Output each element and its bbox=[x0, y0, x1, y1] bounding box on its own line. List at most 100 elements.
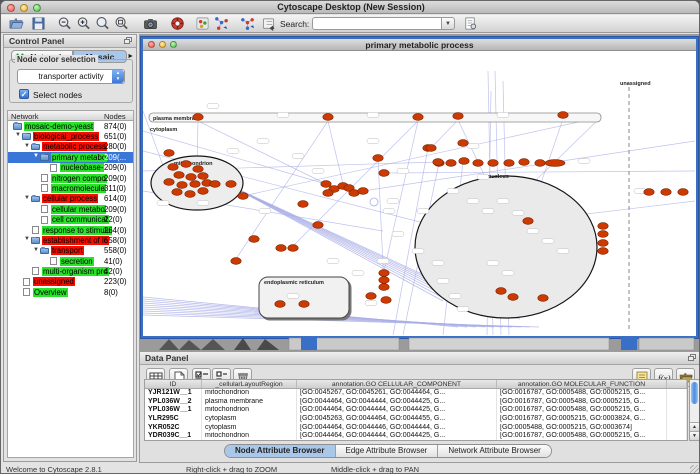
resize-grip[interactable] bbox=[690, 465, 700, 474]
tree-row[interactable]: ▼cellular process614(0) bbox=[8, 194, 133, 204]
network-node[interactable] bbox=[523, 218, 533, 225]
network-node[interactable] bbox=[379, 270, 389, 277]
manage-plugins-button[interactable] bbox=[260, 16, 277, 32]
network-node[interactable] bbox=[358, 188, 368, 195]
network-node[interactable] bbox=[288, 245, 298, 252]
zoom-out-button[interactable] bbox=[56, 16, 73, 32]
tree-row[interactable]: Overview8(0) bbox=[8, 287, 133, 297]
network-node[interactable] bbox=[323, 114, 333, 121]
network-node[interactable] bbox=[453, 113, 463, 120]
scroll-down-arrow[interactable]: ▼ bbox=[690, 431, 699, 440]
layout-network-2-button[interactable] bbox=[239, 16, 256, 32]
network-node[interactable] bbox=[323, 190, 333, 197]
column-header[interactable]: ID bbox=[145, 380, 202, 388]
network-node[interactable] bbox=[193, 114, 203, 121]
network-node[interactable] bbox=[644, 189, 654, 196]
network-node[interactable] bbox=[231, 258, 241, 265]
network-node[interactable] bbox=[598, 223, 608, 230]
attribute-table-body[interactable]: YJR121W__1mitochondrion[GO:0045267, GO:0… bbox=[145, 389, 687, 441]
zoom-selected-region-button[interactable] bbox=[94, 16, 111, 32]
tab-node-attribute-browser[interactable]: Node Attribute Browser bbox=[225, 445, 336, 457]
float-panel-icon[interactable] bbox=[688, 354, 697, 362]
search-combo-arrow[interactable]: ▼ bbox=[442, 17, 455, 30]
disclosure-triangle-icon[interactable]: ▼ bbox=[24, 143, 30, 149]
disclosure-triangle-icon[interactable]: ▼ bbox=[33, 153, 39, 159]
network-node[interactable] bbox=[164, 150, 174, 157]
network-node[interactable] bbox=[661, 189, 671, 196]
network-node[interactable] bbox=[504, 160, 514, 167]
table-row[interactable]: YLR295Ccytoplasm[GO:0045263, GO:0044464,… bbox=[145, 415, 687, 424]
network-node[interactable] bbox=[198, 173, 208, 180]
network-node[interactable] bbox=[177, 182, 187, 189]
search-options-button[interactable] bbox=[462, 16, 479, 32]
search-input[interactable] bbox=[312, 17, 442, 30]
title-bar[interactable]: Cytoscape Desktop (New Session) bbox=[1, 1, 700, 14]
network-node[interactable] bbox=[190, 181, 200, 188]
network-node[interactable] bbox=[458, 140, 468, 147]
tree-row[interactable]: nitrogen compo209(0) bbox=[8, 173, 133, 183]
network-node[interactable] bbox=[379, 170, 389, 177]
network-window-titlebar[interactable]: primary metabolic process bbox=[143, 39, 696, 51]
network-node[interactable] bbox=[164, 179, 174, 186]
network-node[interactable] bbox=[174, 172, 184, 179]
help-lifesaver-button[interactable] bbox=[169, 16, 186, 32]
layout-network-1-button[interactable] bbox=[213, 16, 230, 32]
network-node[interactable] bbox=[426, 145, 436, 152]
network-node[interactable] bbox=[459, 158, 469, 165]
network-node[interactable] bbox=[488, 160, 498, 167]
tree-row[interactable]: ▼primary metabo209(... bbox=[8, 152, 133, 162]
network-node[interactable] bbox=[413, 114, 423, 121]
table-row[interactable]: YKR052Ccytoplasm[GO:0044464, GO:0044446,… bbox=[145, 424, 687, 433]
tree-row[interactable]: cellular metabo209(0) bbox=[8, 204, 133, 214]
tree-row[interactable]: nucleobase-209(0) bbox=[8, 163, 133, 173]
snapshot-camera-button[interactable] bbox=[142, 16, 159, 32]
network-node[interactable] bbox=[366, 293, 376, 300]
disclosure-triangle-icon[interactable]: ▼ bbox=[15, 132, 21, 138]
network-node[interactable] bbox=[433, 159, 443, 166]
column-header[interactable]: annotation.GO CELLULAR_COMPONENT bbox=[297, 380, 497, 388]
column-header[interactable]: annotation.GO MOLECULAR_FUNCTION bbox=[497, 380, 667, 388]
network-view-window[interactable]: primary metabolic process plasma membran… bbox=[141, 37, 698, 338]
table-scrollbar[interactable]: ▲ ▼ bbox=[689, 379, 700, 441]
node-color-dropdown[interactable]: transporter activity ▲▼ bbox=[17, 69, 125, 84]
network-node[interactable] bbox=[321, 181, 331, 188]
column-header[interactable] bbox=[667, 380, 687, 388]
network-node[interactable] bbox=[538, 295, 548, 302]
network-node[interactable] bbox=[678, 189, 688, 196]
control-panel-header[interactable]: Control Panel bbox=[4, 35, 136, 48]
vizmapper-button[interactable] bbox=[194, 16, 211, 32]
network-tree[interactable]: mosaic-demo-yeast874(0)▼biological_proce… bbox=[7, 121, 134, 458]
network-node[interactable] bbox=[186, 174, 196, 181]
network-node[interactable] bbox=[193, 166, 203, 173]
tree-row[interactable]: ▼biological_process651(0) bbox=[8, 131, 133, 141]
network-node[interactable] bbox=[496, 288, 506, 295]
network-node[interactable] bbox=[185, 191, 195, 198]
network-node[interactable] bbox=[238, 193, 248, 200]
tree-row[interactable]: macromolecule311(0) bbox=[8, 183, 133, 193]
network-node[interactable] bbox=[508, 294, 518, 301]
network-node[interactable] bbox=[198, 188, 208, 195]
float-panel-icon[interactable] bbox=[124, 37, 133, 45]
network-node[interactable] bbox=[473, 160, 483, 167]
network-node[interactable] bbox=[379, 277, 389, 284]
zoom-in-button[interactable] bbox=[75, 16, 92, 32]
tree-row[interactable]: ▼metabolic process280(0) bbox=[8, 142, 133, 152]
network-node[interactable] bbox=[249, 236, 259, 243]
tree-row[interactable]: multi-organism pro42(0) bbox=[8, 266, 133, 276]
network-node[interactable] bbox=[275, 301, 285, 308]
network-graph[interactable]: plasma membranecytoplasmmitochondrionnuc… bbox=[143, 51, 696, 336]
zoom-fit-button[interactable] bbox=[113, 16, 130, 32]
scroll-up-arrow[interactable]: ▲ bbox=[690, 422, 699, 431]
network-node[interactable] bbox=[313, 222, 323, 229]
table-row[interactable]: YPL036W__2plasma membrane[GO:0044464, GO… bbox=[145, 398, 687, 407]
network-node[interactable] bbox=[598, 231, 608, 238]
open-session-button[interactable] bbox=[8, 16, 25, 32]
network-node[interactable] bbox=[446, 160, 456, 167]
tree-row[interactable]: response to stimulu264(0) bbox=[8, 225, 133, 235]
tab-network-attribute-browser[interactable]: Network Attribute Browser bbox=[438, 445, 550, 457]
save-session-button[interactable] bbox=[30, 16, 47, 32]
network-node[interactable] bbox=[226, 181, 236, 188]
network-node[interactable] bbox=[168, 164, 178, 171]
network-node[interactable] bbox=[373, 155, 383, 162]
network-node[interactable] bbox=[276, 245, 286, 252]
